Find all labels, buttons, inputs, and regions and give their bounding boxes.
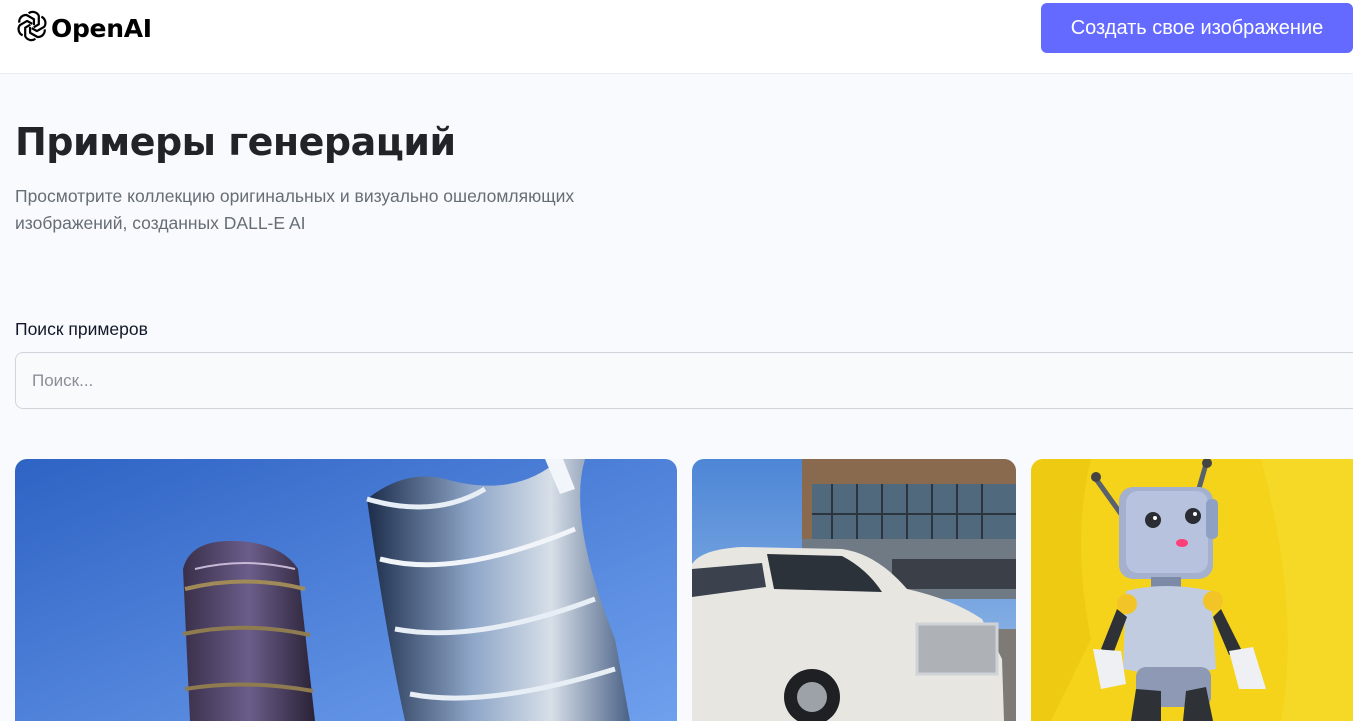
page-subtitle: Просмотрите коллекцию оригинальных и виз… (15, 186, 575, 233)
toy-robot-image (1031, 459, 1353, 721)
create-image-button[interactable]: Создать свое изображение (1041, 3, 1353, 53)
page-title: Примеры генераций (15, 120, 456, 164)
search-label: Поиск примеров (15, 319, 148, 339)
gallery-card-white-suv[interactable] (692, 459, 1016, 721)
top-header: OpenAI Создать свое изображение (0, 0, 1353, 74)
openai-logo-icon (15, 9, 49, 48)
search-input[interactable] (15, 352, 1353, 409)
moscow-towers-image (15, 459, 677, 721)
gallery-card-toy-robot[interactable] (1031, 459, 1353, 721)
logo-text: OpenAI (51, 13, 152, 43)
openai-logo-link[interactable]: OpenAI (15, 10, 152, 46)
white-suv-image (692, 459, 1016, 721)
gallery-card-moscow-towers[interactable] (15, 459, 677, 721)
